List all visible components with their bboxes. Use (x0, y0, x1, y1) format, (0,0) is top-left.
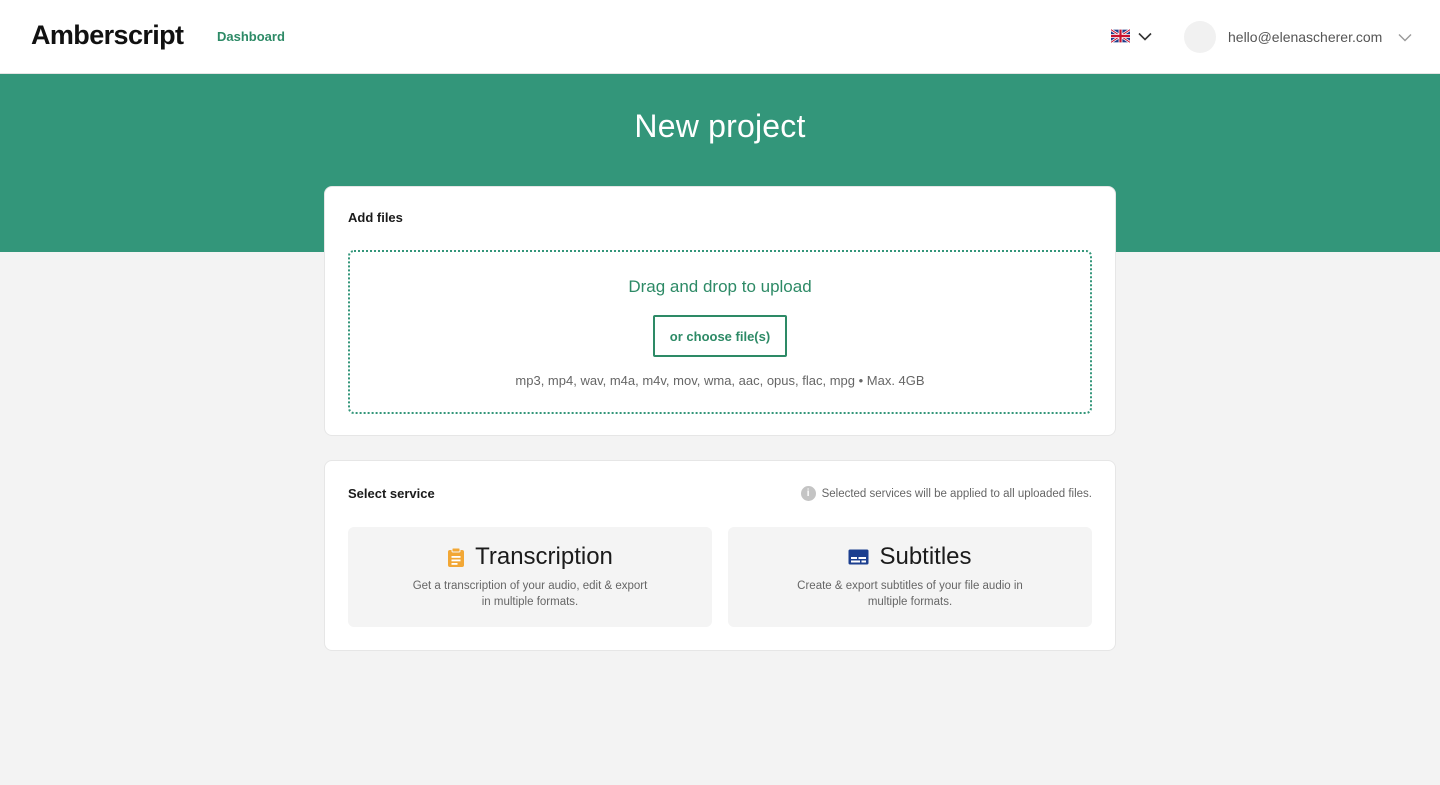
uk-flag-icon (1111, 29, 1130, 43)
top-navbar: Amberscript Dashboard hello@elenascherer… (0, 0, 1440, 74)
dropzone-title: Drag and drop to upload (628, 277, 812, 296)
user-email: hello@elenascherer.com (1228, 29, 1383, 45)
chevron-down-icon (1398, 33, 1412, 41)
choose-files-button[interactable]: or choose file(s) (653, 315, 787, 357)
user-menu[interactable]: hello@elenascherer.com (1184, 21, 1412, 53)
service-info-text: Selected services will be applied to all… (821, 487, 1092, 500)
amberscript-logo[interactable]: Amberscript (31, 20, 184, 51)
subtitles-icon (848, 549, 869, 565)
page-title: New project (634, 108, 806, 144)
service-name: Subtitles (879, 543, 972, 570)
add-files-card: Add files Drag and drop to upload or cho… (324, 186, 1116, 436)
service-header: Transcription (348, 543, 712, 571)
service-option-transcription[interactable]: Transcription Get a transcription of you… (348, 527, 712, 627)
service-description: Create & export subtitles of your file a… (797, 580, 1023, 608)
service-option-subtitles[interactable]: Subtitles Create & export subtitles of y… (728, 527, 1092, 627)
language-selector[interactable] (1111, 29, 1152, 43)
chevron-down-icon (1138, 32, 1152, 41)
service-info-note: i Selected services will be applied to a… (800, 486, 1092, 501)
service-name: Transcription (475, 543, 613, 570)
service-header: Subtitles (728, 543, 1092, 571)
select-service-title: Select service (348, 486, 435, 501)
avatar (1184, 21, 1216, 53)
service-description: Get a transcription of your audio, edit … (412, 580, 648, 608)
supported-formats-text: mp3, mp4, wav, m4a, m4v, mov, wma, aac, … (515, 373, 925, 388)
file-dropzone[interactable]: Drag and drop to upload or choose file(s… (348, 250, 1092, 414)
nav-dashboard-link[interactable]: Dashboard (217, 29, 285, 44)
info-icon: i (800, 486, 816, 501)
clipboard-icon (448, 547, 465, 567)
select-service-card: Select service i Selected services will … (324, 460, 1116, 651)
add-files-title: Add files (348, 210, 403, 225)
